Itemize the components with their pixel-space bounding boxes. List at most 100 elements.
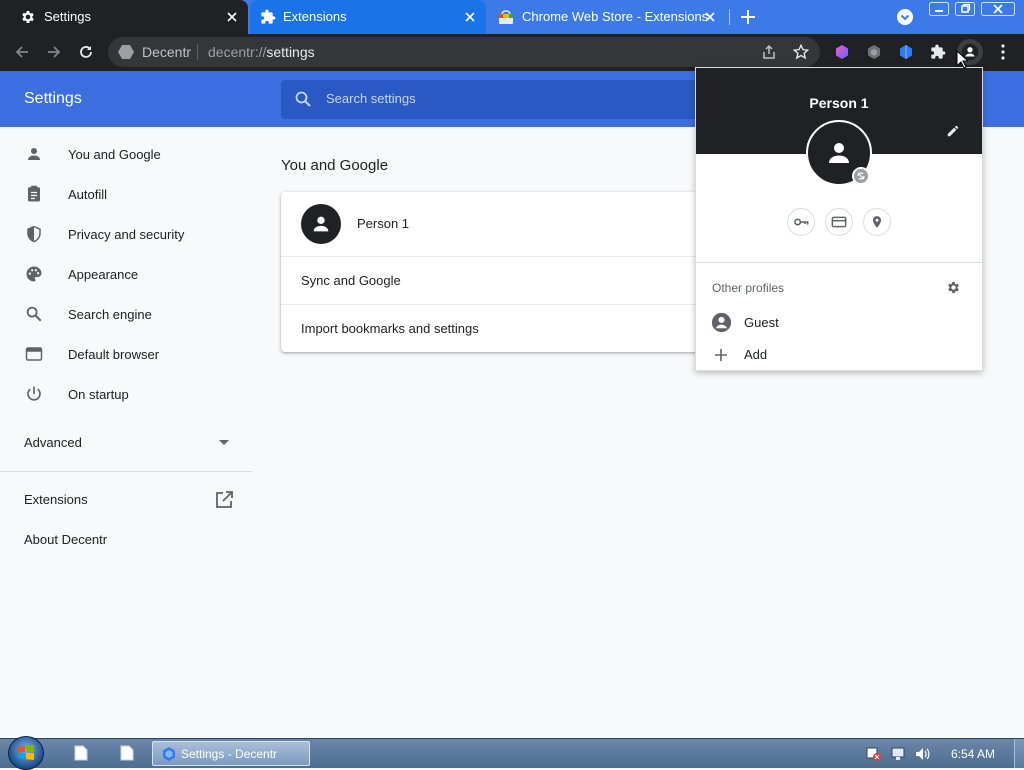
guest-label: Guest bbox=[744, 315, 779, 330]
credit-card-icon bbox=[831, 214, 847, 230]
close-tab-icon[interactable] bbox=[702, 9, 718, 25]
sidebar-item-label: On startup bbox=[68, 386, 129, 402]
sidebar-item-search-engine[interactable]: Search engine bbox=[0, 294, 256, 334]
section-title: You and Google bbox=[281, 157, 389, 174]
tab-strip: Settings Extensions Chrome Web Store - E… bbox=[0, 0, 1024, 34]
url-text: decentr://settings bbox=[208, 44, 315, 60]
taskbar-window-button[interactable]: Settings - Decentr bbox=[152, 741, 310, 766]
network-error-icon[interactable] bbox=[866, 747, 882, 761]
sidebar-item-you-and-google[interactable]: You and Google bbox=[0, 134, 256, 174]
palette-icon bbox=[24, 264, 44, 284]
add-profile-row[interactable]: Add bbox=[696, 340, 982, 370]
sidebar-divider bbox=[0, 471, 252, 472]
sidebar-item-label: Autofill bbox=[68, 186, 108, 202]
site-info-icon[interactable] bbox=[118, 45, 134, 59]
addresses-button[interactable] bbox=[863, 208, 891, 236]
display-icon[interactable] bbox=[891, 747, 907, 761]
guest-avatar-icon bbox=[711, 312, 732, 333]
import-label: Import bookmarks and settings bbox=[301, 321, 479, 336]
extension-hexagon-icon[interactable] bbox=[830, 40, 854, 64]
sync-and-google-row[interactable]: Sync and Google bbox=[281, 257, 761, 305]
person-icon bbox=[24, 144, 44, 164]
reload-icon[interactable] bbox=[74, 40, 98, 64]
extension-blue-icon[interactable] bbox=[894, 40, 918, 64]
sidebar-item-label: Search engine bbox=[68, 306, 152, 322]
chevron-down-icon[interactable] bbox=[219, 440, 229, 446]
power-icon bbox=[24, 384, 44, 404]
sidebar-item-default-browser[interactable]: Default browser bbox=[0, 334, 256, 374]
profile-name: Person 1 bbox=[809, 95, 869, 111]
sidebar-item-autofill[interactable]: Autofill bbox=[0, 174, 256, 214]
search-icon bbox=[24, 304, 44, 324]
you-and-google-card: Person 1 Sync and Google Import bookmark… bbox=[281, 192, 761, 352]
sync-paused-icon bbox=[852, 167, 870, 185]
sidebar-item-label: Default browser bbox=[68, 346, 160, 362]
file-icon[interactable] bbox=[74, 745, 88, 761]
close-window-icon[interactable] bbox=[981, 2, 1015, 16]
url-path: settings bbox=[266, 44, 315, 60]
key-icon bbox=[793, 214, 809, 230]
manage-profiles-gear-icon[interactable] bbox=[946, 280, 961, 295]
forward-icon[interactable] bbox=[42, 40, 66, 64]
other-profiles-heading: Other profiles bbox=[712, 281, 785, 295]
volume-icon[interactable] bbox=[915, 747, 931, 761]
address-bar[interactable]: Decentr decentr://settings bbox=[108, 37, 820, 67]
page-title: Settings bbox=[24, 90, 82, 107]
puzzle-icon[interactable] bbox=[926, 40, 950, 64]
profile-row[interactable]: Person 1 bbox=[281, 192, 761, 256]
sidebar-item-label: You and Google bbox=[68, 146, 161, 162]
search-settings-input[interactable]: Search settings bbox=[281, 80, 761, 119]
show-desktop-button[interactable] bbox=[1014, 739, 1024, 768]
tab-title: Chrome Web Store - Extensions bbox=[522, 9, 709, 24]
sidebar-item-appearance[interactable]: Appearance bbox=[0, 254, 256, 294]
gear-icon bbox=[20, 9, 36, 25]
close-tab-icon[interactable] bbox=[224, 9, 240, 25]
taskbar: Settings - Decentr 6:54 AM bbox=[0, 736, 1024, 770]
sidebar-item-label: Appearance bbox=[68, 266, 139, 282]
tab-title: Settings bbox=[44, 9, 91, 24]
sync-label: Sync and Google bbox=[301, 273, 401, 288]
start-button[interactable] bbox=[8, 736, 44, 770]
close-tab-icon[interactable] bbox=[462, 9, 478, 25]
tab-search-icon[interactable] bbox=[896, 8, 914, 26]
add-label: Add bbox=[744, 347, 768, 362]
profile-name: Person 1 bbox=[357, 216, 410, 231]
import-bookmarks-row[interactable]: Import bookmarks and settings bbox=[281, 305, 761, 352]
share-icon[interactable] bbox=[761, 44, 777, 60]
profile-menu-popup: Person 1 Other profiles Guest Add bbox=[695, 67, 983, 371]
sidebar-advanced[interactable]: Advanced bbox=[24, 435, 82, 450]
sidebar-item-privacy[interactable]: Privacy and security bbox=[0, 214, 256, 254]
clipboard-icon bbox=[24, 184, 44, 204]
new-tab-icon[interactable] bbox=[739, 8, 757, 26]
restore-icon[interactable] bbox=[955, 2, 975, 16]
tab-separator bbox=[729, 9, 730, 25]
browser-toolbar: Decentr decentr://settings bbox=[0, 34, 1024, 71]
settings-sidebar: You and Google Autofill Privacy and secu… bbox=[0, 127, 256, 737]
tab-extensions[interactable]: Extensions bbox=[250, 0, 486, 34]
passwords-key-button[interactable] bbox=[787, 208, 815, 236]
more-menu-icon[interactable] bbox=[991, 40, 1015, 64]
bookmark-star-icon[interactable] bbox=[793, 44, 809, 60]
sidebar-item-label: Privacy and security bbox=[68, 226, 185, 242]
sidebar-item-on-startup[interactable]: On startup bbox=[0, 374, 256, 414]
back-icon[interactable] bbox=[10, 40, 34, 64]
sidebar-item-about[interactable]: About Decentr bbox=[24, 532, 107, 547]
web-store-icon bbox=[498, 9, 514, 25]
edit-pencil-icon[interactable] bbox=[946, 124, 960, 138]
url-scheme: decentr:// bbox=[208, 44, 267, 60]
tab-web-store[interactable]: Chrome Web Store - Extensions bbox=[490, 0, 726, 34]
puzzle-icon bbox=[260, 9, 276, 25]
extension-gray-icon[interactable] bbox=[862, 40, 886, 64]
guest-profile-row[interactable]: Guest bbox=[696, 308, 982, 338]
minimize-icon[interactable] bbox=[929, 2, 949, 16]
mouse-cursor-icon bbox=[956, 50, 968, 69]
search-icon bbox=[295, 91, 311, 107]
decentr-app-icon bbox=[161, 746, 177, 762]
sidebar-item-extensions[interactable]: Extensions bbox=[24, 492, 88, 507]
file-icon[interactable] bbox=[120, 745, 134, 761]
popup-divider bbox=[696, 262, 982, 263]
open-in-new-icon[interactable] bbox=[215, 491, 233, 509]
tab-title: Extensions bbox=[283, 9, 347, 24]
payment-methods-button[interactable] bbox=[825, 208, 853, 236]
tab-settings[interactable]: Settings bbox=[0, 0, 248, 34]
